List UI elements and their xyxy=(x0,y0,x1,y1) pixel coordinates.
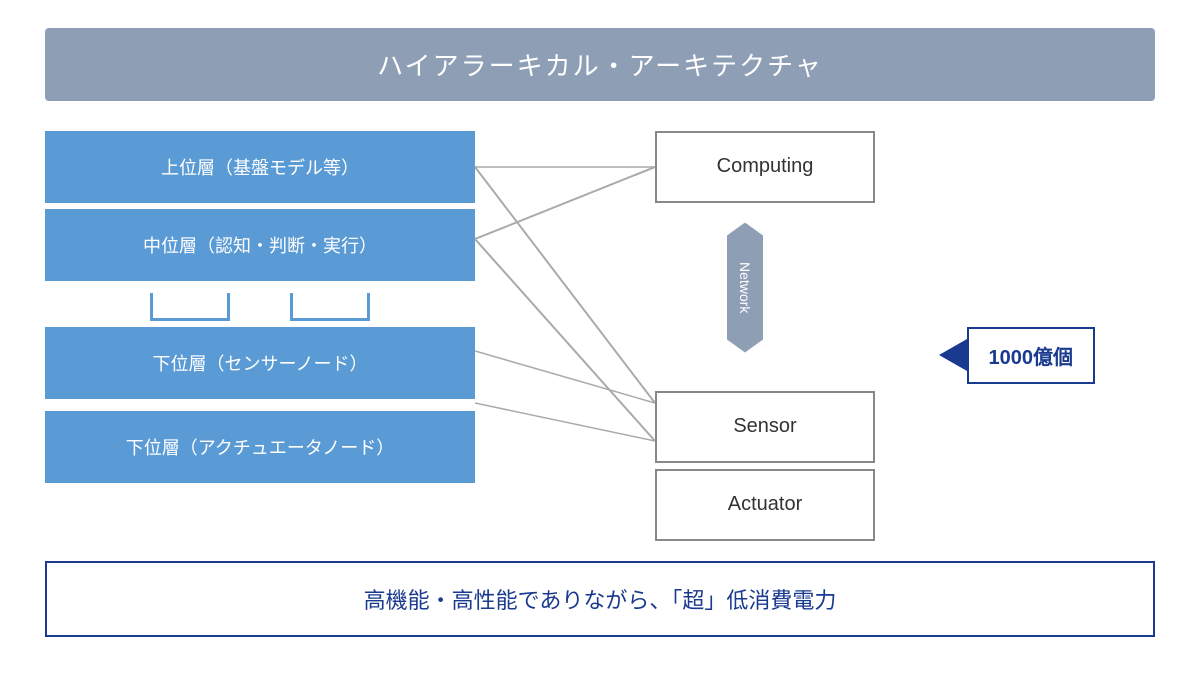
bottom-banner: 高機能・高性能でありながら、「超」低消費電力 xyxy=(45,561,1155,637)
layer-lower-actuator: 下位層（アクチュエータノード） xyxy=(45,411,475,483)
layer-lower-sensor: 下位層（センサーノード） xyxy=(45,327,475,399)
network-label: Network xyxy=(727,223,763,353)
bottom-text: 高機能・高性能でありながら、「超」低消費電力 xyxy=(364,588,837,613)
layer-upper: 上位層（基盤モデル等） xyxy=(45,131,475,203)
annotation-box: 1000億個 xyxy=(967,327,1096,384)
connectors xyxy=(45,287,475,327)
actuator-box: Actuator xyxy=(655,469,875,541)
connector-left xyxy=(150,293,230,321)
annotation: 1000億個 xyxy=(939,327,1096,384)
computing-box: Computing xyxy=(655,131,875,203)
title-banner: ハイアラーキカル・アーキテクチャ xyxy=(45,28,1155,101)
layer-middle: 中位層（認知・判断・実行） xyxy=(45,209,475,281)
cross-lines xyxy=(475,131,655,541)
diagram-area: 上位層（基盤モデル等） 中位層（認知・判断・実行） 下位層（センサーノード） 下… xyxy=(45,131,1155,541)
connector-right xyxy=(290,293,370,321)
sensor-box: Sensor xyxy=(655,391,875,463)
annotation-arrow xyxy=(939,339,967,371)
title-text: ハイアラーキカル・アーキテクチャ xyxy=(377,51,823,81)
main-container: ハイアラーキカル・アーキテクチャ 上位層（基盤モデル等） 中位層（認知・判断・実… xyxy=(45,28,1155,648)
network-container: Network xyxy=(715,213,775,363)
left-column: 上位層（基盤モデル等） 中位層（認知・判断・実行） 下位層（センサーノード） 下… xyxy=(45,131,475,541)
right-column: Computing Network Sensor Actuator 1000億個 xyxy=(655,131,875,541)
crossing-lines-svg xyxy=(475,131,655,471)
